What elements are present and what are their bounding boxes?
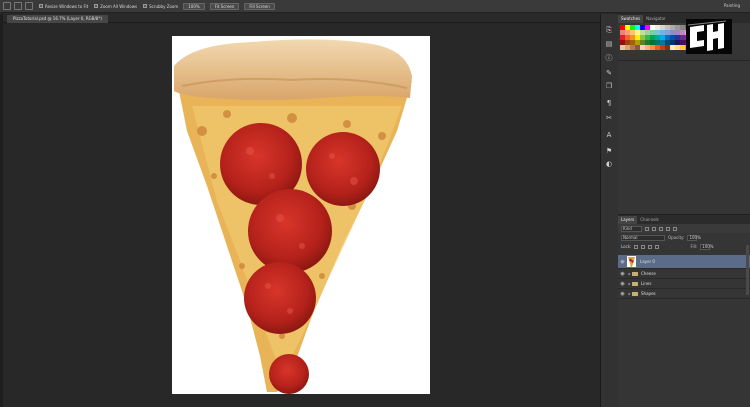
fill-screen-button[interactable]: Fill Screen [244, 2, 275, 10]
layer-row-shapes[interactable]: ◉ ▸ Shapes [618, 289, 750, 299]
lock-fill-row: Lock: Fill: 100% [618, 242, 750, 251]
adjustments-icon[interactable]: ◐ [605, 160, 613, 168]
visibility-eye-icon[interactable]: ◉ [618, 271, 627, 277]
tab-layers[interactable]: Layers [618, 216, 638, 224]
paragraph-icon[interactable]: ¶ [605, 99, 613, 107]
layer-name: Cheese [641, 271, 656, 276]
document-canvas[interactable] [172, 36, 430, 394]
zoom-100-button[interactable]: 100% [183, 2, 205, 10]
history-icon[interactable]: ⎘ [605, 26, 613, 34]
layers-panel: Layers Channels Kind Normal Opacity: 100… [618, 214, 750, 407]
checkbox-label: Scrubby Zoom [149, 3, 179, 9]
tab-channels[interactable]: Channels [637, 216, 662, 224]
layers-panel-tabs: Layers Channels [618, 215, 750, 224]
actions-icon[interactable]: ⚑ [605, 147, 613, 155]
layer-thumbnail [627, 256, 636, 267]
layer-row-layer-0[interactable]: ◉ Layer 0 [618, 255, 750, 269]
resize-windows-checkbox[interactable]: Resize Windows to Fit [39, 4, 88, 9]
document-tab-bar: PizzaTutorial.psd @ 16.7% (Layer 0, RGB/… [3, 14, 600, 23]
brush-icon[interactable]: ✎ [605, 69, 613, 77]
checkbox-label: Zoom All Windows [100, 3, 138, 9]
fill-label: Fill: [690, 244, 698, 249]
blend-mode-row: Normal Opacity: 100% [618, 233, 750, 242]
properties-icon[interactable]: ▤ [605, 40, 613, 48]
layer-name: Lines [641, 281, 652, 286]
opacity-input[interactable]: 100% [687, 234, 701, 241]
opacity-label: Opacity: [668, 235, 685, 240]
canvas-area[interactable] [3, 23, 600, 407]
visibility-eye-icon[interactable]: ◉ [618, 281, 627, 287]
fit-screen-button[interactable]: Fit Screen [209, 2, 240, 10]
tools-preset-icon[interactable]: ✂ [605, 114, 613, 122]
fill-input[interactable]: 100% [700, 243, 714, 250]
blend-mode-select[interactable]: Normal [621, 234, 665, 241]
lock-position-icon[interactable] [648, 244, 653, 249]
folder-icon [632, 271, 638, 276]
layer-row-cheese[interactable]: ◉ ▸ Cheese [618, 269, 750, 279]
workspace-switcher[interactable]: Painting [724, 3, 740, 8]
clone-source-icon[interactable]: ❐ [605, 82, 613, 90]
options-bar: Resize Windows to Fit Zoom All Windows S… [0, 0, 750, 13]
logo-graphic [686, 19, 732, 54]
document-tab-title: PizzaTutorial.psd @ 16.7% (Layer 0, RGB/… [13, 16, 102, 21]
layers-filter-bar: Kind [618, 224, 750, 233]
tab-swatches[interactable]: Swatches [618, 15, 644, 23]
lock-image-icon[interactable] [641, 244, 646, 249]
panel-icon-dock: ⎘ ▤ ⓘ ✎ ❐ ¶ ✂ A ⚑ ◐ [600, 14, 618, 407]
filter-shape-icon[interactable] [666, 226, 670, 231]
folder-icon [632, 281, 638, 286]
layer-list: ◉ Layer 0 ◉ ▸ Cheese ◉ ▸ Lines ◉ ▸ Shape… [618, 255, 750, 299]
character-icon[interactable]: A [605, 131, 613, 139]
scrubby-zoom-checkbox[interactable]: Scrubby Zoom [143, 4, 178, 9]
checkbox-label: Resize Windows to Fit [45, 3, 89, 9]
visibility-eye-icon[interactable]: ◉ [618, 259, 627, 265]
lock-label: Lock: [621, 244, 632, 249]
zoom-all-windows-checkbox[interactable]: Zoom All Windows [94, 4, 137, 9]
layer-name: Shapes [641, 291, 656, 296]
folder-icon [632, 291, 638, 296]
layers-scrollbar[interactable] [746, 245, 749, 295]
layer-row-lines[interactable]: ◉ ▸ Lines [618, 279, 750, 289]
lock-all-icon[interactable] [655, 244, 660, 249]
channel-logo [686, 19, 732, 54]
tab-navigator[interactable]: Navigator [643, 15, 669, 23]
checkbox-box[interactable] [94, 4, 99, 8]
zoom-out-icon[interactable] [25, 2, 33, 10]
lock-transparent-icon[interactable] [634, 244, 639, 249]
filter-pixel-icon[interactable] [645, 226, 649, 231]
filter-type-icon[interactable] [659, 226, 663, 231]
info-icon[interactable]: ⓘ [605, 54, 613, 62]
filter-kind-select[interactable]: Kind [621, 225, 642, 232]
pizza-slice-image [174, 39, 412, 394]
document-tab[interactable]: PizzaTutorial.psd @ 16.7% (Layer 0, RGB/… [7, 15, 108, 23]
empty-panel-area [618, 60, 750, 222]
photoshop-window: Resize Windows to Fit Zoom All Windows S… [0, 0, 750, 407]
checkbox-box[interactable] [39, 4, 43, 8]
filter-adjustment-icon[interactable] [652, 226, 656, 231]
zoom-in-icon[interactable] [14, 2, 22, 10]
pizza-thumbnail-icon [628, 256, 635, 267]
filter-smart-icon[interactable] [673, 226, 677, 231]
zoom-tool-icon[interactable] [3, 2, 11, 10]
visibility-eye-icon[interactable]: ◉ [618, 291, 627, 297]
layer-name: Layer 0 [640, 259, 655, 264]
checkbox-box[interactable] [143, 4, 148, 8]
